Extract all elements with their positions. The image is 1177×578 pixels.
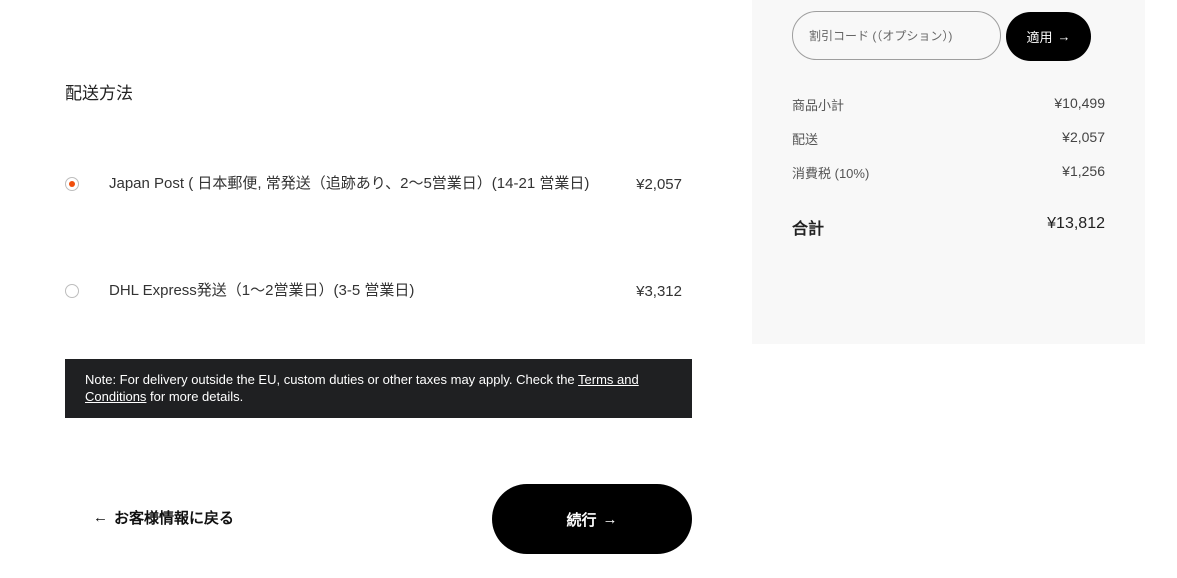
order-summary-panel: 適用 → 商品小計 ¥10,499 配送 ¥2,057 消費税 (10%) ¥1… bbox=[752, 0, 1145, 344]
shipping-method-title: 配送方法 bbox=[65, 84, 133, 103]
summary-value: ¥2,057 bbox=[1062, 129, 1105, 145]
note-text-prefix: Note: For delivery outside the EU, custo… bbox=[85, 372, 579, 387]
continue-label: 続行 bbox=[566, 511, 597, 529]
arrow-right-icon: → bbox=[1057, 29, 1071, 44]
apply-label: 適用 bbox=[1026, 30, 1053, 45]
arrow-left-icon: ← bbox=[93, 509, 108, 526]
summary-row-total: 合計 ¥13,812 bbox=[792, 215, 1105, 239]
summary-value: ¥1,256 bbox=[1062, 163, 1105, 179]
total-value: ¥13,812 bbox=[1047, 215, 1105, 232]
customs-note: Note: For delivery outside the EU, custo… bbox=[65, 359, 692, 418]
radio-button-selected[interactable] bbox=[65, 177, 79, 191]
arrow-right-icon: → bbox=[602, 510, 618, 528]
summary-label: 商品小計 bbox=[792, 98, 845, 113]
radio-button[interactable] bbox=[65, 284, 79, 298]
back-link-label: お客様情報に戻る bbox=[114, 510, 235, 527]
shipping-option-label: Japan Post ( 日本郵便, 常発送（追跡あり、2〜5営業日）(14-2… bbox=[109, 175, 590, 192]
summary-label: 配送 bbox=[792, 132, 819, 147]
shipping-option-label: DHL Express発送（1〜2営業日）(3-5 営業日) bbox=[109, 282, 415, 299]
discount-code-input[interactable] bbox=[792, 11, 1001, 60]
back-to-customer-info-link[interactable]: ← お客様情報に戻る bbox=[93, 507, 234, 528]
summary-row-shipping: 配送 ¥2,057 bbox=[792, 129, 1105, 148]
note-text-suffix: for more details. bbox=[146, 389, 244, 404]
summary-value: ¥10,499 bbox=[1054, 95, 1105, 111]
summary-label: 消費税 (10%) bbox=[792, 166, 870, 181]
summary-row-subtotal: 商品小計 ¥10,499 bbox=[792, 95, 1105, 114]
continue-button[interactable]: 続行 → bbox=[492, 484, 692, 554]
shipping-option-japan-post[interactable]: Japan Post ( 日本郵便, 常発送（追跡あり、2〜5営業日）(14-2… bbox=[65, 158, 692, 210]
total-label: 合計 bbox=[792, 221, 825, 238]
shipping-option-price: ¥2,057 bbox=[636, 175, 682, 193]
shipping-option-dhl-express[interactable]: DHL Express発送（1〜2営業日）(3-5 営業日) ¥3,312 bbox=[65, 278, 692, 304]
summary-row-tax: 消費税 (10%) ¥1,256 bbox=[792, 163, 1105, 182]
shipping-option-price: ¥3,312 bbox=[636, 282, 682, 300]
apply-discount-button[interactable]: 適用 → bbox=[1006, 12, 1091, 61]
